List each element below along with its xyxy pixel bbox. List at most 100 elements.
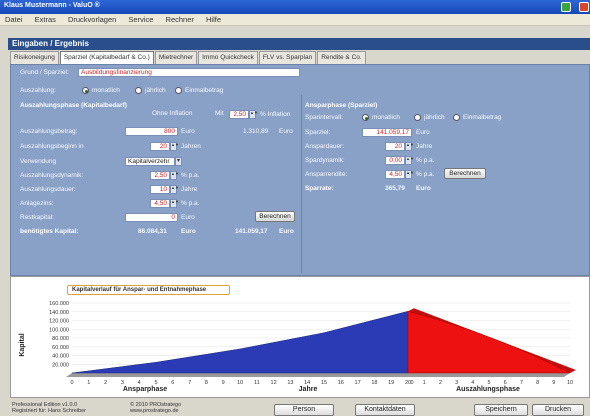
y-tick-label: 100.000 [49,327,69,333]
sparrate-label: Sparrate: [305,185,334,192]
auszahlungsdynamik-input[interactable]: 2,50 [150,171,170,180]
radio-einmal[interactable] [175,87,182,94]
x-tick-label-anspar: 15 [321,380,327,386]
tab-mietrechner[interactable]: Mietrechner [154,51,198,64]
menu-hilfe[interactable]: Hilfe [201,14,226,25]
auszahlungsbeginn-input[interactable]: 20 [150,142,170,151]
berechnen-right-button[interactable]: Berechnen [444,168,486,179]
maximize-button[interactable] [561,2,571,12]
auszahlungsbeginn-unit: Jahren [181,143,201,150]
website-link[interactable]: www.prostratego.de [130,408,181,414]
radio-spar-einmal-label: Einmalbetrag [463,114,502,121]
person-button[interactable]: Person [274,404,334,416]
ohne-inflation-label: Ohne Inflation [152,110,193,117]
restkapital-label: Restkapital: [20,214,54,221]
tab-risikoneigung[interactable]: Risikoneigung [10,51,59,64]
y-axis-label: Kapital [19,333,26,356]
berechnen-left-button[interactable]: Berechnen [255,211,295,222]
sparrate-value: 365,79 [385,185,405,192]
auszahlungsdauer-input[interactable]: 10 [150,185,170,194]
spardynamik-stepper[interactable]: ▲▼ [405,156,414,165]
radio-monatlich[interactable] [82,87,89,94]
grund-label: Grund / Sparziel: [20,69,69,76]
sparziel-input[interactable]: 141.059,17 [362,128,412,137]
auszahlungsdauer-stepper[interactable]: ▲▼ [170,185,179,194]
ansparrendite-label: Ansparrendite: [305,171,348,178]
close-button[interactable] [579,2,589,12]
y-tick-label: 120.000 [49,319,69,325]
x-tick-label-anspar: 18 [371,380,377,386]
ansparrendite-stepper[interactable]: ▲▼ [405,170,414,179]
grund-input[interactable]: Ausbildungsfinanzierung [78,68,300,77]
x-tick-label-auszahlung: 7 [520,380,523,386]
anlagezins-stepper[interactable]: ▲▼ [170,199,179,208]
chevron-down-icon[interactable]: ▾ [175,157,182,166]
anlagezins-input[interactable]: 4,50 [150,199,170,208]
anspardauer-input[interactable]: 20 [385,142,405,151]
x-tick-label-anspar: 17 [355,380,361,386]
x-tick-label-auszahlung: 1 [423,380,426,386]
spardynamik-input[interactable]: 0,00 [385,156,405,165]
radio-spar-monatlich[interactable] [362,114,369,121]
x-tick-label-auszahlung: 2 [439,380,442,386]
menu-service[interactable]: Service [123,14,158,25]
edition-info: Professional Edition v1.0.0 Registriert … [12,402,86,414]
menu-druckvorlagen[interactable]: Druckvorlagen [63,14,121,25]
radio-jaehrlich[interactable] [135,87,142,94]
tab-immo-quickcheck[interactable]: Immo Quickcheck [198,51,258,64]
phase-label-auszahlung: Auszahlungsphase [456,386,520,393]
menu-datei[interactable]: Datei [0,14,28,25]
auszahlungsbetrag-inflation-unit: Euro [279,128,293,135]
tab-sparziel[interactable]: Sparziel (Kapitalbedarf & Co.) [59,51,154,64]
window-titlebar: Klaus Mustermann - ValuO ® [0,0,590,14]
kapital-ohne-unit: Euro [181,228,196,235]
inflation-input[interactable]: 2,50 [229,110,249,119]
auszahlung-label: Auszahlung: [20,87,56,94]
kontaktdaten-button[interactable]: Kontaktdaten [355,404,415,416]
anlagezins-unit: % p.a. [181,200,200,207]
x-tick-label-auszahlung: 9 [552,380,555,386]
tab-flv-vs-sparplan[interactable]: FLV vs. Sparplan [258,51,317,64]
left-header: Auszahlungsphase (Kapitalbedarf) [20,102,127,109]
y-tick-label: 80.000 [52,336,69,342]
section-title: Eingaben / Ergebnis [8,38,590,50]
y-tick-label: 20.000 [52,362,69,368]
kapital-mit-value: 141.059,17 [235,228,268,235]
ansparrendite-unit: % p.a. [416,171,435,178]
speichern-button[interactable]: Speichern [474,404,528,416]
restkapital-input[interactable]: 0 [125,213,178,222]
anspardauer-stepper[interactable]: ▲▼ [405,142,414,151]
radio-spar-monatlich-label: monatlich [372,114,400,121]
kapital-ohne-value: 86.084,31 [138,228,167,235]
x-tick-label-anspar: 16 [338,380,344,386]
right-header: Ansparphase (Sparziel) [305,102,378,109]
y-tick-label: 160.000 [49,301,69,307]
radio-jaehrlich-label: jährlich [145,87,166,94]
anspardauer-unit: Jahre [416,143,433,150]
y-tick-label: 140.000 [49,310,69,316]
tab-rendite[interactable]: Rendite & Co. [317,51,366,64]
auszahlungsdauer-unit: Jahre [181,186,198,193]
radio-spar-jaehrlich[interactable] [414,114,421,121]
verwendung-select[interactable]: Kapitalverzehr [125,157,175,166]
auszahlungsbeginn-stepper[interactable]: ▲▼ [170,142,179,151]
x-tick-label-anspar: 0 [70,380,73,386]
kapital-mit-unit: Euro [279,228,294,235]
ansparrendite-input[interactable]: 4,50 [385,170,405,179]
menu-rechner[interactable]: Rechner [161,14,199,25]
radio-spar-einmal[interactable] [453,114,460,121]
y-tick-label: 60.000 [52,345,69,351]
sparziel-unit: Euro [416,129,430,136]
sparziel-label: Sparziel: [305,129,331,136]
inflation-unit: % Inflation [260,111,291,118]
menu-extras[interactable]: Extras [30,14,61,25]
drucken-button[interactable]: Drucken [532,404,584,416]
auszahlungsbetrag-input[interactable]: 800 [125,127,178,136]
x-axis-label: Jahre [299,386,318,393]
anspardauer-label: Anspardauer: [305,143,345,150]
auszahlungsdynamik-stepper[interactable]: ▲▼ [170,171,179,180]
main-panel [10,64,590,276]
phase-label-anspar: Ansparphase [123,386,167,393]
restkapital-unit: Euro [181,214,195,221]
inflation-stepper[interactable]: ▲▼ [249,110,258,119]
